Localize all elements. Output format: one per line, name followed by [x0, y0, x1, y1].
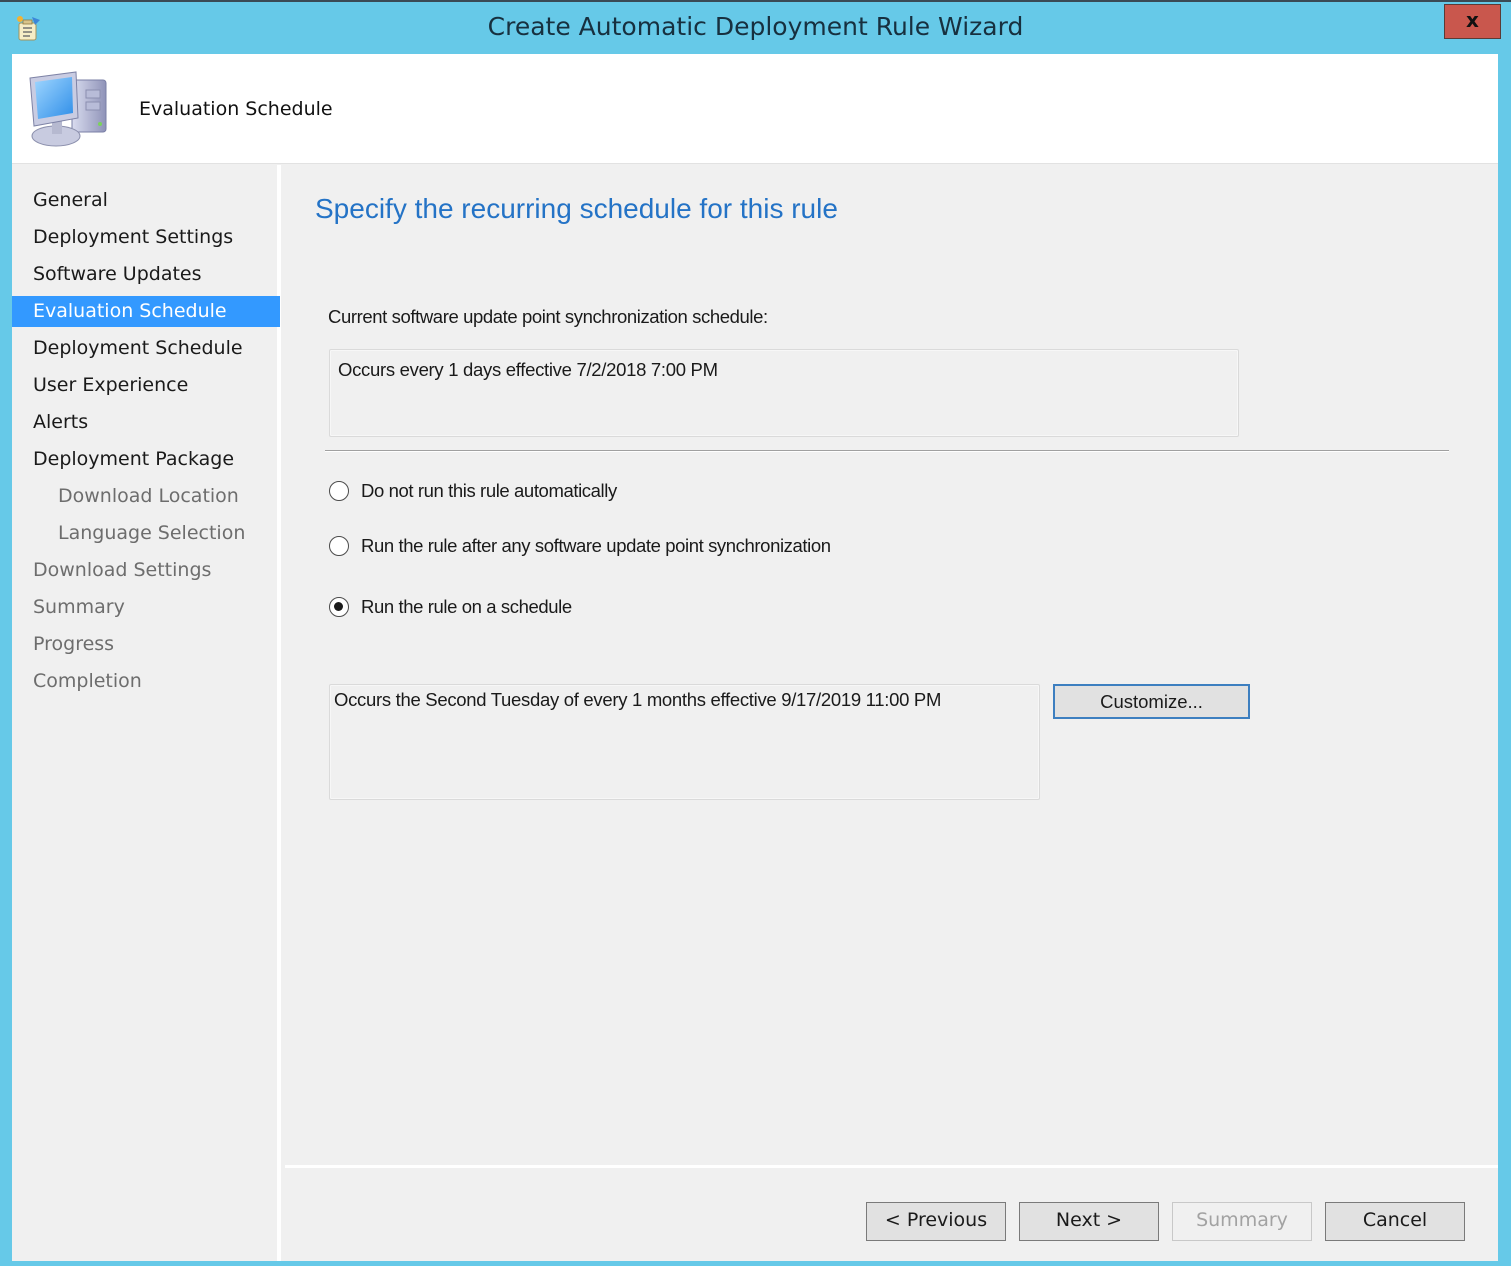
cancel-button[interactable]: Cancel [1325, 1202, 1465, 1241]
close-icon: x [1466, 8, 1479, 32]
radio-run-after-sync[interactable] [329, 536, 349, 556]
customize-button[interactable]: Customize... [1053, 684, 1250, 719]
nav-item-language-selection: Language Selection [58, 522, 246, 544]
option-label: Do not run this rule automatically [361, 480, 617, 501]
option-do-not-run[interactable]: Do not run this rule automatically [329, 478, 617, 504]
nav-item-summary: Summary [33, 596, 125, 618]
nav-item-download-settings: Download Settings [33, 559, 212, 581]
nav-item-user-experience[interactable]: User Experience [12, 370, 280, 401]
radio-do-not-run[interactable] [329, 481, 349, 501]
rule-schedule-field[interactable]: Occurs the Second Tuesday of every 1 mon… [329, 684, 1040, 800]
nav-item-software-updates[interactable]: Software Updates [12, 259, 280, 290]
wizard-header: Evaluation Schedule [12, 54, 1498, 164]
section-divider [325, 450, 1449, 452]
nav-item-download-location: Download Location [58, 485, 239, 507]
rule-schedule-value: Occurs the Second Tuesday of every 1 mon… [334, 689, 942, 710]
page-heading: Specify the recurring schedule for this … [315, 193, 838, 224]
nav-item-progress: Progress [33, 633, 115, 655]
sync-schedule-field[interactable]: Occurs every 1 days effective 7/2/2018 7… [329, 349, 1239, 437]
summary-button: Summary [1172, 1202, 1312, 1241]
computer-icon [26, 70, 112, 152]
radio-run-on-schedule[interactable] [329, 597, 349, 617]
next-button[interactable]: Next > [1019, 1202, 1159, 1241]
title-bar[interactable]: Create Automatic Deployment Rule Wizard … [0, 2, 1511, 54]
option-label: Run the rule on a schedule [361, 596, 572, 617]
page-header-title: Evaluation Schedule [139, 98, 333, 120]
nav-item-evaluation-schedule[interactable]: Evaluation Schedule [12, 296, 280, 327]
nav-item-deployment-package[interactable]: Deployment Package [12, 444, 280, 475]
wizard-client-area: Evaluation Schedule General Deployment S… [12, 54, 1498, 1261]
wizard-window: Create Automatic Deployment Rule Wizard … [0, 0, 1511, 1266]
sync-schedule-label: Current software update point synchroniz… [328, 306, 768, 327]
wizard-footer: < Previous Next > Summary Cancel [285, 1165, 1498, 1261]
sync-schedule-value: Occurs every 1 days effective 7/2/2018 7… [338, 359, 718, 380]
option-label: Run the rule after any software update p… [361, 535, 831, 556]
nav-item-alerts[interactable]: Alerts [12, 407, 280, 438]
wizard-step-nav: General Deployment Settings Software Upd… [12, 165, 281, 1261]
close-button[interactable]: x [1444, 4, 1501, 39]
option-run-on-schedule[interactable]: Run the rule on a schedule [329, 594, 572, 620]
previous-button[interactable]: < Previous [866, 1202, 1006, 1241]
window-title: Create Automatic Deployment Rule Wizard [487, 12, 1024, 41]
option-run-after-sync[interactable]: Run the rule after any software update p… [329, 533, 831, 559]
nav-item-general[interactable]: General [12, 185, 280, 216]
nav-item-deployment-schedule[interactable]: Deployment Schedule [12, 333, 280, 364]
nav-item-deployment-settings[interactable]: Deployment Settings [12, 222, 280, 253]
wizard-page-content: Specify the recurring schedule for this … [285, 165, 1498, 1165]
nav-item-completion: Completion [33, 670, 142, 692]
